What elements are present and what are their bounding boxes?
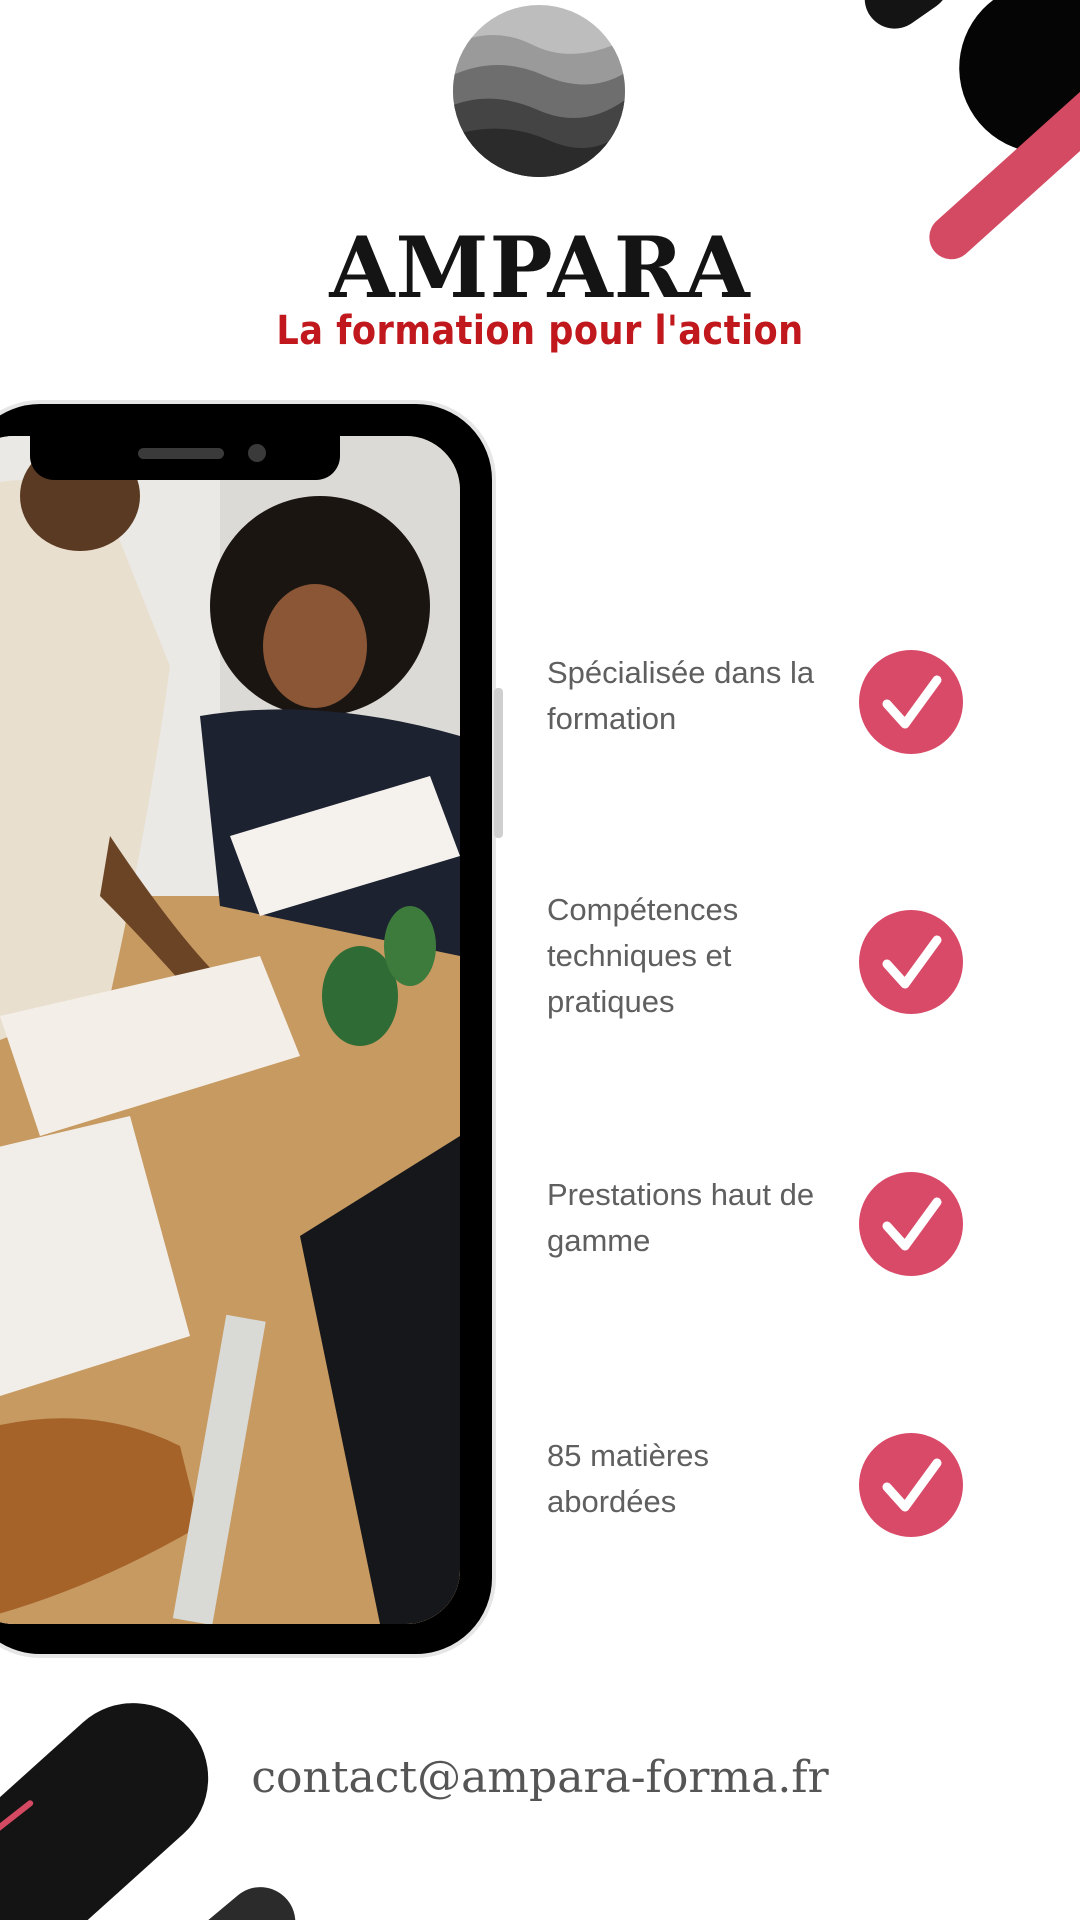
feature-label: Spécialisée dans la formation <box>547 655 815 736</box>
brand-name: AMPARA <box>329 218 751 317</box>
check-icon <box>859 910 963 1014</box>
feature-label: Compétences techniques et pratiques <box>547 892 739 1019</box>
feature-item: 85 matières abordées <box>547 1433 967 1553</box>
feature-label: Prestations haut de gamme <box>547 1177 815 1258</box>
brand-tagline: La formation pour l'action <box>276 308 804 354</box>
contact-email[interactable]: contact@ampara-forma.fr <box>0 1752 1080 1803</box>
classroom-photo <box>0 436 460 1624</box>
feature-item: Prestations haut de gamme <box>547 1172 967 1292</box>
decorative-stroke <box>180 1872 310 1920</box>
decorative-stroke <box>852 0 962 41</box>
feature-item: Spécialisée dans la formation <box>547 650 967 770</box>
feature-item: Compétences techniques et pratiques <box>547 887 967 1019</box>
logo-icon <box>453 5 625 177</box>
check-icon <box>859 1433 963 1537</box>
phone-camera <box>248 444 266 462</box>
check-icon <box>859 1172 963 1276</box>
phone-side-button <box>494 688 503 838</box>
phone-speaker <box>138 448 224 459</box>
feature-label: 85 matières abordées <box>547 1438 709 1519</box>
check-icon <box>859 650 963 754</box>
